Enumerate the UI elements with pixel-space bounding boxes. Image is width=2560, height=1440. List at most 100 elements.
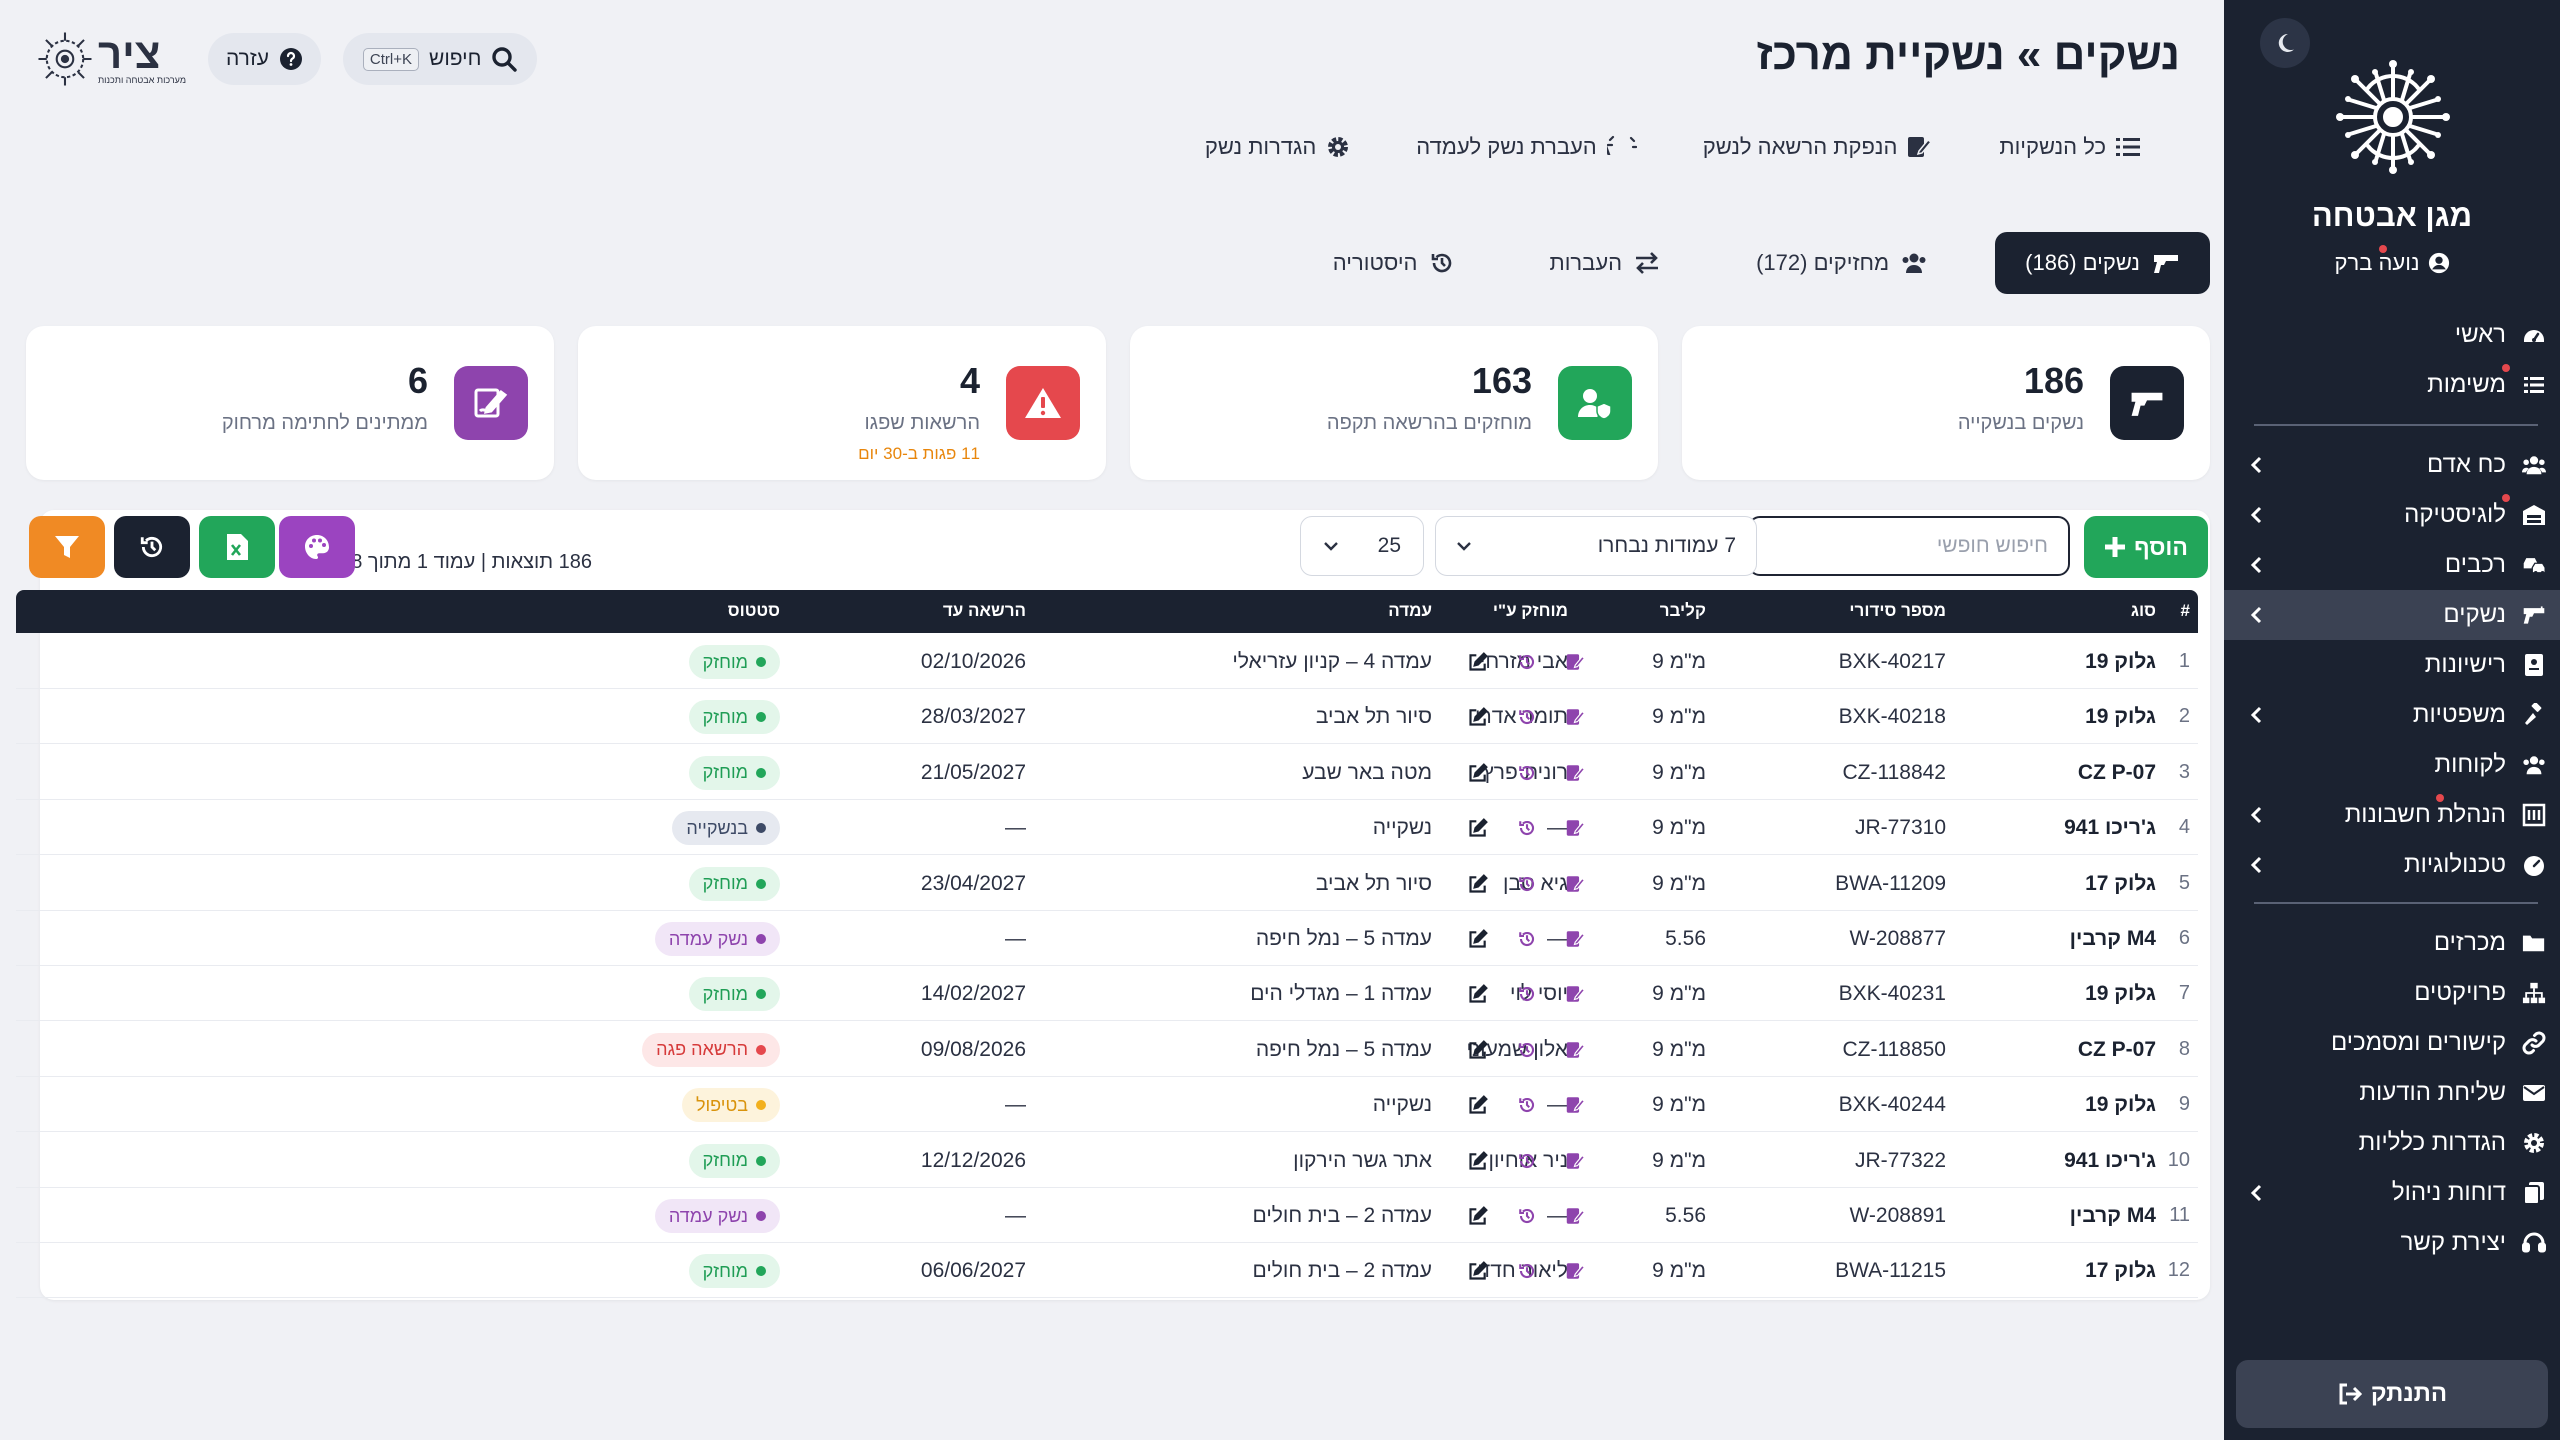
sidebar-item-licenses[interactable]: רישיונות <box>2224 640 2560 690</box>
tab-weapons[interactable]: נשקים (186) <box>1995 232 2210 294</box>
filter-button[interactable] <box>29 516 105 578</box>
issue-permit-icon[interactable] <box>1564 1149 1588 1173</box>
history-icon <box>1431 253 1451 273</box>
sidebar-item-contact[interactable]: יצירת קשר <box>2224 1218 2560 1268</box>
table-row[interactable]: 1 גלוק 19 BXK-40217 9 מ"מ אבי מזרחי עמדה 4 – … <box>16 634 2198 689</box>
column-header-num[interactable]: # <box>2181 601 2190 621</box>
table-row[interactable]: 2 גלוק 19 BXK-40218 9 מ"מ תומר אדרי סיור תל א… <box>16 689 2198 745</box>
history-icon[interactable] <box>1515 1093 1539 1117</box>
issue-permit-icon[interactable] <box>1564 1038 1588 1062</box>
column-header-holder[interactable]: מוחזק ע"י <box>1493 601 1568 621</box>
history-icon[interactable] <box>1515 705 1539 729</box>
issue-permit-link[interactable]: הנפקת הרשאה לנשק <box>1703 134 1934 160</box>
edit-icon[interactable] <box>1466 1259 1490 1283</box>
sidebar-item-projects[interactable]: פרויקטים <box>2224 968 2560 1018</box>
sidebar-item-legal[interactable]: משפטיות <box>2224 690 2560 740</box>
table-row[interactable]: 10 ג'ריכו 941 JR-77322 9 מ"מ ניר אוחיון אתר ג… <box>16 1133 2198 1188</box>
logout-button[interactable]: התנתק <box>2236 1360 2548 1428</box>
sidebar-item-clients[interactable]: לקוחות <box>2224 740 2560 790</box>
sidebar-item-messaging[interactable]: שליחת הודעות <box>2224 1068 2560 1118</box>
issue-permit-icon[interactable] <box>1564 705 1588 729</box>
edit-icon[interactable] <box>1466 927 1490 951</box>
table-row[interactable]: 12 גלוק 17 BWA-11215 9 מ"מ ליאור חדד עמדה 2 –… <box>16 1243 2198 1299</box>
history-icon[interactable] <box>1515 761 1539 785</box>
history-icon[interactable] <box>1515 927 1539 951</box>
column-header-caliber[interactable]: קליבר <box>1660 601 1706 621</box>
export-excel-button[interactable] <box>199 516 275 578</box>
sidebar-item-accounting[interactable]: הנהלת חשבונות <box>2224 790 2560 840</box>
column-header-status[interactable]: סטטוס <box>728 601 780 621</box>
edit-icon[interactable] <box>1466 872 1490 896</box>
edit-icon[interactable] <box>1466 816 1490 840</box>
table-row[interactable]: 4 ג'ריכו 941 JR-77310 9 מ"מ — נשקייה — בנשקייה <box>16 800 2198 856</box>
sidebar-item-vehicles[interactable]: רכבים <box>2224 540 2560 590</box>
issue-permit-icon[interactable] <box>1564 982 1588 1006</box>
issue-permit-icon[interactable] <box>1564 650 1588 674</box>
sidebar-item-general-settings[interactable]: הגדרות כלליות <box>2224 1118 2560 1168</box>
global-search-button[interactable]: חיפוש Ctrl+K <box>342 33 538 85</box>
table-row[interactable]: 6 קרבין M4 W-208877 5.56— עמדה 5 – נמל חיפה —… <box>16 911 2198 966</box>
history-icon[interactable] <box>1515 872 1539 896</box>
issue-permit-icon[interactable] <box>1564 1204 1588 1228</box>
table-row[interactable]: 9 גלוק 19 BXK-40244 9 מ"מ — נשקייה — בטיפול <box>16 1077 2198 1133</box>
sidebar-item-home[interactable]: ראשי <box>2224 310 2560 360</box>
sign-out-icon <box>2339 1383 2362 1405</box>
tab-holders[interactable]: מחזיקים (172) <box>1728 232 1955 294</box>
table-row[interactable]: 5 גלוק 17 BWA-11209 9 מ"מ גיא סבן סיור תל אבי… <box>16 856 2198 911</box>
table-row[interactable]: 8 CZ P-07 CZ-118850 9 מ"מ אלון שמעוני עמדה 5 … <box>16 1022 2198 1077</box>
history-icon[interactable] <box>1515 1204 1539 1228</box>
issue-permit-icon[interactable] <box>1564 1093 1588 1117</box>
history-icon[interactable] <box>1515 1149 1539 1173</box>
edit-icon[interactable] <box>1466 1038 1490 1062</box>
edit-icon[interactable] <box>1466 1204 1490 1228</box>
column-header-serial[interactable]: מספר סידורי <box>1849 601 1946 621</box>
columns-select[interactable]: 7 עמודות נבחרו <box>1435 516 1757 576</box>
add-weapon-button[interactable]: הוסף <box>2084 516 2208 578</box>
transfer-weapon-to-post-link[interactable]: A העברת נשק לעמדה <box>1416 134 1637 160</box>
sidebar-item-links-docs[interactable]: קישורים ומסמכים <box>2224 1018 2560 1068</box>
sidebar-item-management-reports[interactable]: דוחות ניהול <box>2224 1168 2560 1218</box>
table-row[interactable]: 7 גלוק 19 BXK-40231 9 מ"מ יוסי לוי עמדה 1 – מ… <box>16 966 2198 1022</box>
edit-icon[interactable] <box>1466 1093 1490 1117</box>
sidebar-item-personnel[interactable]: כח אדם <box>2224 440 2560 490</box>
column-header-expiry[interactable]: הרשאה עד <box>943 601 1026 621</box>
weapon-settings-link[interactable]: הגדרות נשק <box>1205 134 1350 160</box>
user-profile-link[interactable]: נועה ברק <box>2224 250 2560 276</box>
edit-icon[interactable] <box>1466 982 1490 1006</box>
page-size-select[interactable]: 25 <box>1300 516 1424 576</box>
issue-permit-icon[interactable] <box>1564 872 1588 896</box>
help-button[interactable]: עזרה <box>208 33 321 85</box>
cell-type: גלוק 19 <box>2085 982 2156 1006</box>
history-icon[interactable] <box>1515 1259 1539 1283</box>
issue-permit-icon[interactable] <box>1564 927 1588 951</box>
table-row[interactable]: 11 קרבין M4 W-208891 5.56 — עמדה 2 – בית חולי… <box>16 1188 2198 1243</box>
free-search-input[interactable] <box>1748 516 2070 576</box>
history-icon[interactable] <box>1515 816 1539 840</box>
chevron-left-icon <box>2246 1180 2266 1206</box>
issue-permit-icon[interactable] <box>1564 1259 1588 1283</box>
sidebar-item-technology[interactable]: טכנולוגיות <box>2224 840 2560 890</box>
column-header-post[interactable]: עמדה <box>1388 601 1432 621</box>
sidebar-item-weapons[interactable]: נשקים <box>2224 590 2560 640</box>
issue-permit-icon[interactable] <box>1564 761 1588 785</box>
history-icon[interactable] <box>1515 982 1539 1006</box>
edit-icon[interactable] <box>1466 705 1490 729</box>
table-row[interactable]: 3 CZ P-07 CZ-118842 9 מ"מ רונית פרץ מטה באר ש… <box>16 745 2198 800</box>
tab-transfers[interactable]: העברות <box>1522 232 1689 294</box>
all-armories-link[interactable]: כל הנשקיות <box>1999 134 2140 160</box>
issue-permit-icon[interactable] <box>1564 816 1588 840</box>
tab-history[interactable]: היסטוריה <box>1305 232 1482 294</box>
history-icon[interactable] <box>1515 650 1539 674</box>
sidebar-item-tenders[interactable]: מכרזים <box>2224 918 2560 968</box>
history-icon[interactable] <box>1515 1038 1539 1062</box>
theme-toggle-button[interactable] <box>2260 18 2310 68</box>
sidebar-item-tasks[interactable]: משימות <box>2224 360 2560 410</box>
sidebar-item-logistics[interactable]: לוגיסטיקה <box>2224 490 2560 540</box>
edit-icon[interactable] <box>1466 1149 1490 1173</box>
edit-icon[interactable] <box>1466 761 1490 785</box>
edit-icon[interactable] <box>1466 650 1490 674</box>
status-badge: בטיפול <box>681 1088 780 1123</box>
column-header-type[interactable]: סוג <box>2131 601 2156 621</box>
theme-palette-button[interactable] <box>279 516 355 578</box>
reset-button[interactable] <box>114 516 190 578</box>
